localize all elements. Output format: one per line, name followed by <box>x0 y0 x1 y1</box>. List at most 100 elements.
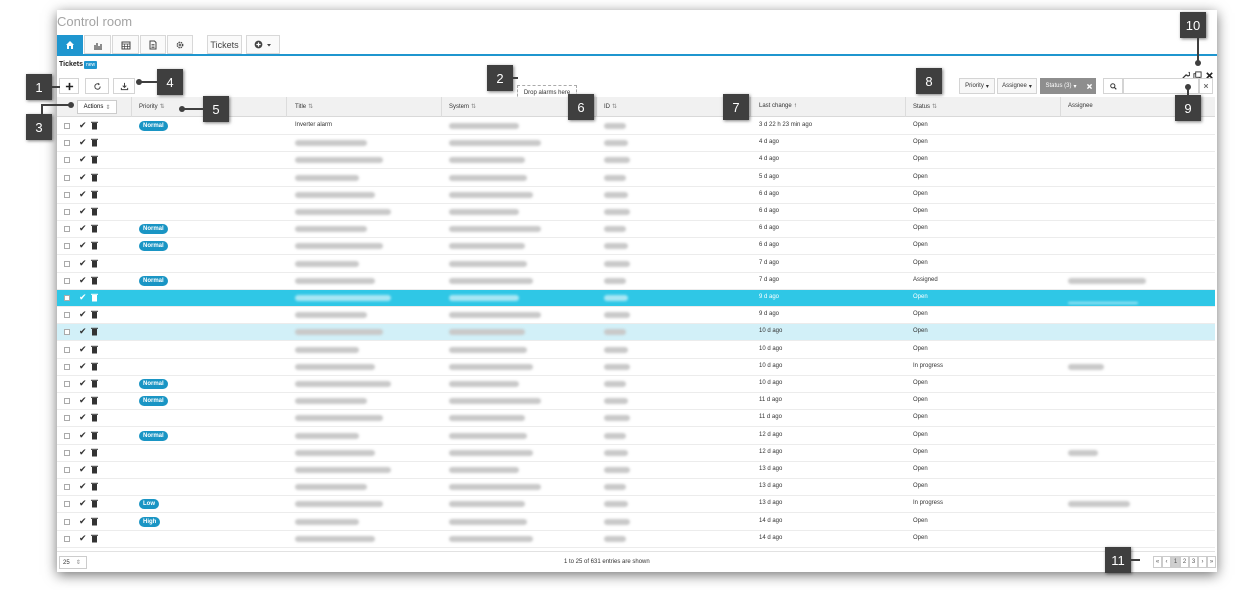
row-checkbox[interactable] <box>64 243 70 250</box>
table-row[interactable]: ✔ 12 d ago Open <box>57 445 1215 462</box>
priority-column-header[interactable]: Priority ⇅ <box>139 103 165 110</box>
row-checkbox[interactable] <box>64 432 70 439</box>
table-row[interactable]: ✔ 14 d ago Open <box>57 531 1215 548</box>
tickets-tab[interactable]: Tickets <box>207 35 242 54</box>
trash-icon[interactable] <box>91 413 98 424</box>
add-ticket-button[interactable] <box>59 78 79 94</box>
acknowledge-icon[interactable]: ✔ <box>79 395 87 406</box>
next-page-button[interactable]: › <box>1198 556 1207 568</box>
add-view-dropdown[interactable] <box>246 35 280 54</box>
acknowledge-icon[interactable]: ✔ <box>79 533 87 544</box>
acknowledge-icon[interactable]: ✔ <box>79 516 87 527</box>
row-checkbox[interactable] <box>64 209 70 215</box>
chart-button[interactable] <box>84 35 111 54</box>
table-row[interactable]: ✔ Normal 10 d ago Open <box>57 376 1215 393</box>
acknowledge-icon[interactable]: ✔ <box>79 154 87 165</box>
calendar-button[interactable] <box>112 35 139 54</box>
row-checkbox[interactable] <box>64 535 70 542</box>
row-checkbox[interactable] <box>64 174 70 181</box>
trash-icon[interactable] <box>91 448 98 459</box>
acknowledge-icon[interactable]: ✔ <box>79 481 87 492</box>
trash-icon[interactable] <box>91 310 98 321</box>
acknowledge-icon[interactable]: ✔ <box>79 344 87 355</box>
table-row[interactable]: ✔ 13 d ago Open <box>57 462 1215 479</box>
row-checkbox[interactable] <box>64 277 70 284</box>
system-column-header[interactable]: System ⇅ <box>449 103 476 110</box>
page-size-select[interactable]: 25 ⇕ <box>59 556 87 569</box>
row-checkbox[interactable] <box>64 501 70 508</box>
row-checkbox[interactable] <box>64 123 70 129</box>
acknowledge-icon[interactable]: ✔ <box>79 430 87 441</box>
table-row[interactable]: ✔ Low 13 d ago In progress <box>57 496 1215 514</box>
status-filter[interactable]: Status (3) ▾ <box>1040 78 1082 94</box>
acknowledge-icon[interactable]: ✔ <box>79 447 87 458</box>
priority-filter[interactable]: Priority ▾ <box>959 78 995 94</box>
table-row[interactable]: ✔ 7 d ago Open <box>57 256 1215 273</box>
row-checkbox[interactable] <box>64 329 70 336</box>
trash-icon[interactable] <box>91 276 98 287</box>
table-row[interactable]: ✔ 9 d ago Open <box>57 307 1215 325</box>
acknowledge-icon[interactable]: ✔ <box>79 137 87 148</box>
acknowledge-icon[interactable]: ✔ <box>79 361 87 372</box>
table-row[interactable]: ✔ High 14 d ago Open <box>57 514 1215 531</box>
clear-search-button[interactable] <box>1199 78 1213 94</box>
acknowledge-icon[interactable]: ✔ <box>79 292 87 303</box>
acknowledge-icon[interactable]: ✔ <box>79 206 87 217</box>
page-button[interactable]: 3 <box>1189 556 1198 568</box>
last-page-button[interactable]: » <box>1207 556 1216 568</box>
home-button[interactable] <box>57 35 83 54</box>
row-checkbox[interactable] <box>64 518 70 525</box>
trash-icon[interactable] <box>91 293 98 304</box>
trash-icon[interactable] <box>91 362 98 373</box>
table-row[interactable]: ✔ 13 d ago Open <box>57 479 1215 497</box>
table-row[interactable]: ✔ Normal 12 d ago Open <box>57 428 1215 445</box>
trash-icon[interactable] <box>91 431 98 442</box>
acknowledge-icon[interactable]: ✔ <box>79 120 87 131</box>
acknowledge-icon[interactable]: ✔ <box>79 189 87 200</box>
trash-icon[interactable] <box>91 207 98 218</box>
trash-icon[interactable] <box>91 396 98 407</box>
actions-dropdown[interactable]: Actions ⇕ <box>77 100 117 114</box>
acknowledge-icon[interactable]: ✔ <box>79 275 87 286</box>
trash-icon[interactable] <box>91 121 98 132</box>
page-button[interactable]: 2 <box>1180 556 1189 568</box>
table-row[interactable]: ✔ 10 d ago Open <box>57 324 1215 342</box>
table-row[interactable]: ✔ Normal 7 d ago Assigned <box>57 273 1215 290</box>
search-button[interactable] <box>1103 78 1123 94</box>
trash-icon[interactable] <box>91 534 98 545</box>
acknowledge-icon[interactable]: ✔ <box>79 258 87 269</box>
row-checkbox[interactable] <box>64 346 70 353</box>
trash-icon[interactable] <box>91 465 98 476</box>
trash-icon[interactable] <box>91 190 98 201</box>
trash-icon[interactable] <box>91 155 98 166</box>
trash-icon[interactable] <box>91 224 98 235</box>
row-checkbox[interactable] <box>64 191 70 198</box>
acknowledge-icon[interactable]: ✔ <box>79 240 87 251</box>
acknowledge-icon[interactable]: ✔ <box>79 464 87 475</box>
acknowledge-icon[interactable]: ✔ <box>79 309 87 320</box>
table-row[interactable]: ✔ Normal 6 d ago Open <box>57 221 1215 239</box>
row-checkbox[interactable] <box>64 381 70 387</box>
last-change-column-header[interactable]: Last change ↑ <box>759 103 797 109</box>
row-checkbox[interactable] <box>64 484 70 491</box>
row-checkbox[interactable] <box>64 415 70 422</box>
row-checkbox[interactable] <box>64 260 70 267</box>
trash-icon[interactable] <box>91 327 98 338</box>
trash-icon[interactable] <box>91 241 98 252</box>
row-checkbox[interactable] <box>64 467 70 473</box>
row-checkbox[interactable] <box>64 140 70 147</box>
clear-status-filter-button[interactable] <box>1082 78 1096 94</box>
status-column-header[interactable]: Status ⇅ <box>913 103 937 110</box>
page-button[interactable]: 1 <box>1171 556 1180 568</box>
document-button[interactable] <box>140 35 166 54</box>
row-checkbox[interactable] <box>64 295 70 301</box>
table-row[interactable]: ✔ Normal 11 d ago Open <box>57 393 1215 411</box>
acknowledge-icon[interactable]: ✔ <box>79 378 87 389</box>
assignee-filter[interactable]: Assignee ▾ <box>997 78 1037 94</box>
id-column-header[interactable]: ID ⇅ <box>604 103 617 110</box>
first-page-button[interactable]: « <box>1153 556 1162 568</box>
trash-icon[interactable] <box>91 138 98 149</box>
export-button[interactable] <box>113 78 135 94</box>
trash-icon[interactable] <box>91 345 98 356</box>
previous-page-button[interactable]: ‹ <box>1162 556 1171 568</box>
